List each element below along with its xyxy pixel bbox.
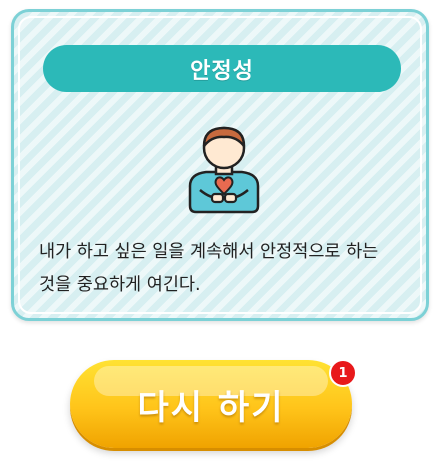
result-card: 안정성 내가 하고 싶은 일을 계속해서 안정적으로 하는 것을 중요하게 여긴… (11, 9, 429, 321)
card-description: 내가 하고 싶은 일을 계속해서 안정적으로 하는 것을 중요하게 여긴다. (39, 242, 379, 295)
person-holding-heart-icon (188, 126, 260, 214)
notification-badge: 1 (329, 359, 357, 387)
card-title: 안정성 (190, 58, 254, 84)
card-title-bar: 안정성 (43, 45, 401, 92)
retry-button[interactable]: 다시 하기 (70, 360, 352, 448)
retry-button-label: 다시 하기 (137, 387, 285, 428)
